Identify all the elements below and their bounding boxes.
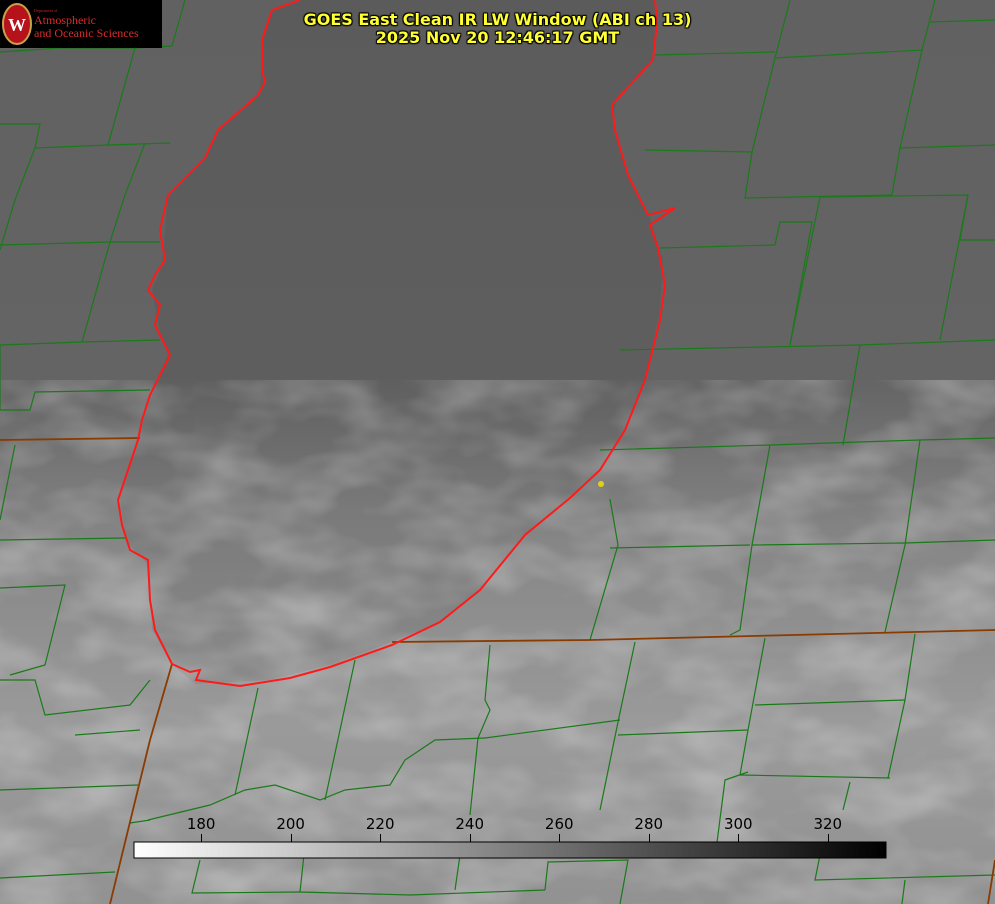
svg-text:W: W xyxy=(8,15,26,35)
colorbar-tick-mark xyxy=(290,834,292,842)
colorbar-tick-mark xyxy=(648,834,650,842)
colorbar-tick-label: 300 xyxy=(723,815,753,833)
logo-oceanic-text: and Oceanic Sciences xyxy=(34,26,139,40)
colorbar-tick-mark xyxy=(827,834,829,842)
colorbar-gradient xyxy=(133,841,887,859)
colorbar-tick-label: 180 xyxy=(186,815,216,833)
colorbar-tick-label: 320 xyxy=(813,815,843,833)
colorbar-tick-label: 220 xyxy=(365,815,395,833)
station-marker xyxy=(598,481,604,487)
colorbar-tick-label: 240 xyxy=(455,815,485,833)
colorbar-tick-mark xyxy=(469,834,471,842)
colorbar-tick-label: 260 xyxy=(544,815,574,833)
colorbar-tick-mark xyxy=(738,834,740,842)
colorbar-tick-mark xyxy=(559,834,561,842)
colorbar-tick-mark xyxy=(201,834,203,842)
university-logo[interactable]: W Department of Atmospheric and Oceanic … xyxy=(0,0,162,48)
uw-crest-icon: W xyxy=(2,3,32,45)
colorbar-tick-label: 280 xyxy=(634,815,664,833)
colorbar-tick-mark xyxy=(380,834,382,842)
satellite-ir-image xyxy=(0,0,995,904)
colorbar-tick-label: 200 xyxy=(276,815,305,833)
